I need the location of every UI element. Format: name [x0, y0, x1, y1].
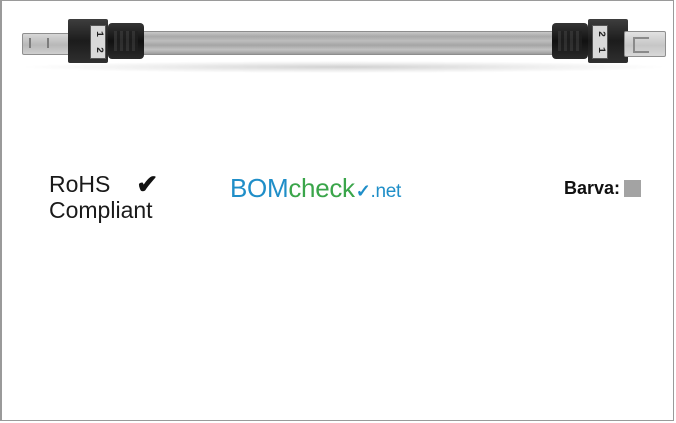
cable-shadow — [26, 61, 662, 73]
rohs-compliance-badge: RoHS ✔ Compliant — [49, 171, 158, 223]
bomcheck-logo-bom: BOM — [230, 173, 289, 203]
bomcheck-check-icon: ✓ — [355, 181, 371, 201]
right-plug-socket — [624, 31, 666, 57]
right-overmold — [552, 23, 588, 59]
right-pin-labels: 2 1 — [592, 25, 608, 59]
left-pin-label: 2 — [92, 46, 104, 54]
left-pin-labels: 1 2 — [90, 25, 106, 59]
rohs-compliant-label: Compliant — [49, 197, 153, 223]
bomcheck-logo-check: check — [288, 173, 355, 203]
left-plug-contacts — [22, 33, 70, 55]
right-pin-label: 1 — [594, 46, 606, 54]
bomcheck-logo-net: .net — [370, 181, 402, 202]
product-panel: 1 2 2 1 RoHS ✔ Compliant BOM check ✓ .ne… — [0, 0, 674, 421]
right-pin-label: 2 — [594, 30, 606, 38]
rohs-label: RoHS — [49, 171, 111, 197]
right-connector-housing: 2 1 — [588, 19, 628, 63]
left-connector-housing: 1 2 — [68, 19, 108, 63]
color-indicator: Barva: — [564, 178, 642, 199]
cable-body — [144, 31, 552, 55]
color-swatch — [624, 180, 642, 197]
color-label: Barva: — [564, 178, 621, 198]
bomcheck-logo[interactable]: BOM check ✓ .net — [230, 173, 401, 204]
left-pin-label: 1 — [92, 30, 104, 38]
left-overmold — [108, 23, 144, 59]
cable-product-image: 1 2 2 1 — [20, 13, 666, 75]
checkmark-icon: ✔ — [136, 169, 159, 199]
